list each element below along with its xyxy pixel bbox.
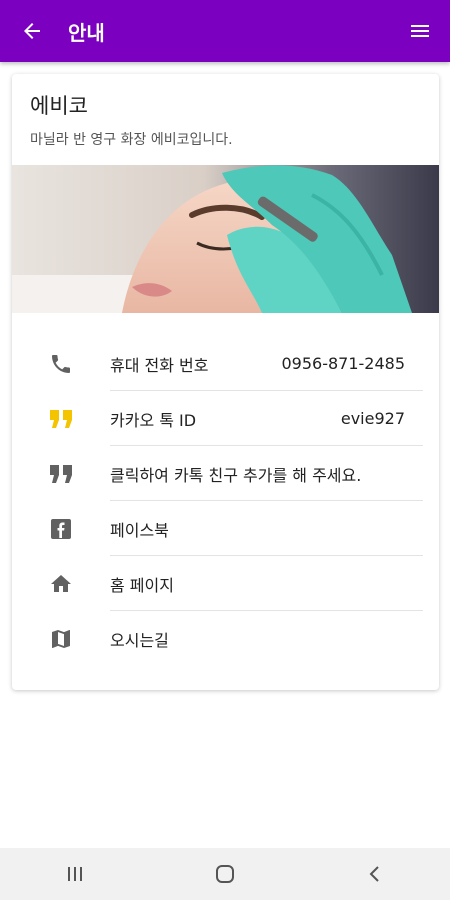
kakao-add-label: 클릭하여 카톡 친구 추가를 해 주세요.	[110, 465, 362, 485]
home-circle-icon	[216, 865, 234, 883]
homepage-label: 홈 페이지	[110, 575, 174, 595]
phone-label: 휴대 전화 번호	[110, 355, 209, 375]
list-item-facebook[interactable]: 페이스북	[12, 501, 439, 556]
list-item-directions[interactable]: 오시는길	[12, 611, 439, 666]
facebook-label: 페이스북	[110, 520, 169, 540]
hero-image	[12, 165, 439, 313]
list-item-phone[interactable]: 휴대 전화 번호 0956-871-2485	[12, 336, 439, 391]
list-item-kakao-id[interactable]: 카카오 톡 ID evie927	[12, 391, 439, 446]
map-icon	[48, 626, 74, 652]
recents-icon	[68, 867, 82, 881]
nav-back-icon	[369, 866, 379, 882]
menu-icon	[411, 25, 429, 37]
page-title: 안내	[68, 20, 105, 45]
back-nav-button[interactable]	[345, 854, 405, 894]
list-item-kakao-add[interactable]: 클릭하여 카톡 친구 추가를 해 주세요.	[12, 446, 439, 501]
info-list: 휴대 전화 번호 0956-871-2485 카카오 톡 ID evie927 …	[12, 336, 439, 666]
phone-value[interactable]: 0956-871-2485	[281, 354, 405, 373]
list-item-homepage[interactable]: 홈 페이지	[12, 556, 439, 611]
recents-button[interactable]	[45, 854, 105, 894]
card-title: 에비코	[30, 94, 88, 118]
home-icon	[48, 571, 74, 597]
facebook-icon	[48, 516, 74, 542]
kakao-id-value[interactable]: evie927	[341, 409, 405, 428]
menu-button[interactable]	[390, 0, 450, 62]
app-bar: 안내	[0, 0, 450, 62]
phone-icon	[48, 351, 74, 377]
info-card: 에비코 마닐라 반 영구 화장 에비코입니다. 휴대 전화 번호 0956-87…	[12, 74, 439, 690]
home-nav-button[interactable]	[195, 854, 255, 894]
card-subtitle: 마닐라 반 영구 화장 에비코입니다.	[30, 132, 233, 148]
directions-label: 오시는길	[110, 630, 169, 650]
kakao-id-label: 카카오 톡 ID	[110, 410, 197, 430]
system-nav-bar	[0, 848, 450, 900]
back-button[interactable]	[0, 0, 64, 62]
kakao-quote-icon	[48, 406, 74, 432]
hero-photo	[12, 165, 439, 313]
arrow-back-icon	[24, 23, 40, 39]
quote-icon	[48, 461, 74, 487]
